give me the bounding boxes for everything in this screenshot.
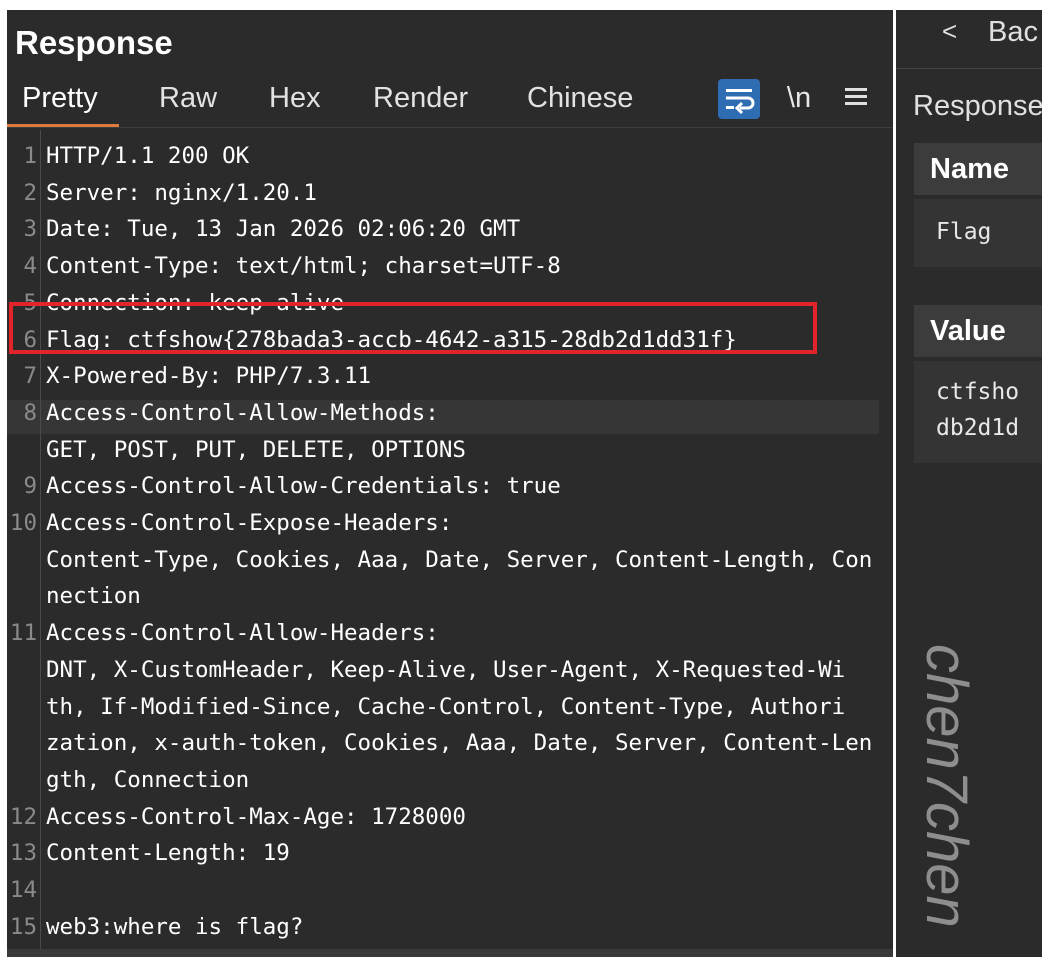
line-number: 10 — [9, 510, 37, 536]
menu-icon[interactable] — [843, 84, 869, 112]
line-number: 12 — [9, 803, 37, 830]
panel-title: Response — [15, 24, 173, 61]
name-header-label: Name — [930, 153, 1009, 185]
response-body[interactable]: 1 HTTP/1.1 200 OK 2 Server: nginx/1.20.1 3 Da… — [7, 130, 893, 957]
inspector-title: Response — [913, 90, 1042, 122]
line-text: Connection: keep-alive — [46, 289, 345, 316]
line-text: nection — [46, 583, 141, 610]
line-number: 6 — [23, 326, 37, 353]
line-number: 15 — [9, 913, 37, 940]
line-number: 4 — [23, 253, 37, 280]
line-number: 2 — [23, 179, 37, 206]
line-number: 13 — [9, 840, 37, 867]
line-number: 5 — [23, 289, 37, 316]
line-text: Content-Type: text/html; charset=UTF-8 — [46, 253, 561, 280]
view-tabs: Pretty Raw Hex Render Chinese — [7, 78, 893, 128]
line-text: zation, x-auth-token, Cookies, Aaa, Date… — [46, 730, 873, 757]
line-text: Access-Control-Allow-Headers: — [46, 620, 439, 647]
line-text: Server: nginx/1.20.1 — [46, 179, 317, 206]
value-header: Value — [914, 305, 1042, 357]
name-value-text: Flag — [936, 219, 992, 245]
tabs-divider — [7, 127, 893, 128]
line-text: Flag: ctfshow{278bada3-accb-4642-a315-28… — [46, 326, 737, 353]
line-number: 8 — [23, 399, 37, 426]
line-text: th, If-Modified-Since, Cache-Control, Co… — [46, 693, 846, 720]
tab-hex[interactable]: Hex — [269, 82, 321, 115]
line-number: 3 — [23, 216, 37, 243]
back-label: Bac — [988, 16, 1038, 48]
tab-chinese[interactable]: Chinese — [527, 82, 633, 115]
back-button[interactable]: < Bac — [896, 10, 1042, 69]
watermark: chen7chen — [914, 644, 979, 928]
line-text: Content-Type, Cookies, Aaa, Date, Server… — [46, 546, 873, 573]
value-header-label: Value — [930, 315, 1006, 347]
name-value-field[interactable]: Flag — [914, 199, 1042, 267]
line-text: HTTP/1.1 200 OK — [46, 143, 250, 169]
show-newlines-icon[interactable]: \n — [781, 78, 817, 118]
line-number: 7 — [23, 363, 37, 390]
line-number: 11 — [9, 620, 37, 647]
line-text: Access-Control-Allow-Methods: — [46, 399, 439, 426]
line-number: 1 — [23, 143, 37, 169]
line-text: Access-Control-Max-Age: 1728000 — [46, 803, 466, 830]
horizontal-scrollbar[interactable] — [7, 949, 893, 957]
chevron-left-icon: < — [942, 16, 958, 46]
word-wrap-icon[interactable] — [718, 79, 760, 119]
line-text: Access-Control-Allow-Credentials: true — [46, 473, 561, 500]
line-text: gth, Connection — [46, 766, 250, 793]
line-number: 14 — [9, 877, 37, 903]
line-number: 9 — [23, 473, 37, 500]
response-panel: Response Pretty Raw Hex Render Chinese \… — [7, 10, 893, 957]
value-field[interactable]: ctfsho db2d1d — [914, 361, 1042, 463]
inspector-panel: < Bac Response Name Flag Value ctfsho db… — [896, 10, 1042, 957]
line-text: Date: Tue, 13 Jan 2026 02:06:20 GMT — [46, 216, 521, 243]
line-text: GET, POST, PUT, DELETE, OPTIONS — [46, 436, 466, 463]
value-line: db2d1d — [936, 415, 1020, 441]
tab-render[interactable]: Render — [373, 82, 468, 115]
tab-pretty[interactable]: Pretty — [22, 82, 98, 115]
tab-raw[interactable]: Raw — [159, 82, 217, 115]
line-text: DNT, X-CustomHeader, Keep-Alive, User-Ag… — [46, 656, 846, 683]
line-text: X-Powered-By: PHP/7.3.11 — [46, 363, 372, 390]
name-header: Name — [914, 143, 1042, 195]
line-text: web3:where is flag? — [46, 913, 304, 940]
line-text: Access-Control-Expose-Headers: — [46, 510, 453, 536]
value-line: ctfsho — [936, 379, 1020, 405]
gutter-border — [40, 130, 41, 957]
line-text: Content-Length: 19 — [46, 840, 290, 867]
